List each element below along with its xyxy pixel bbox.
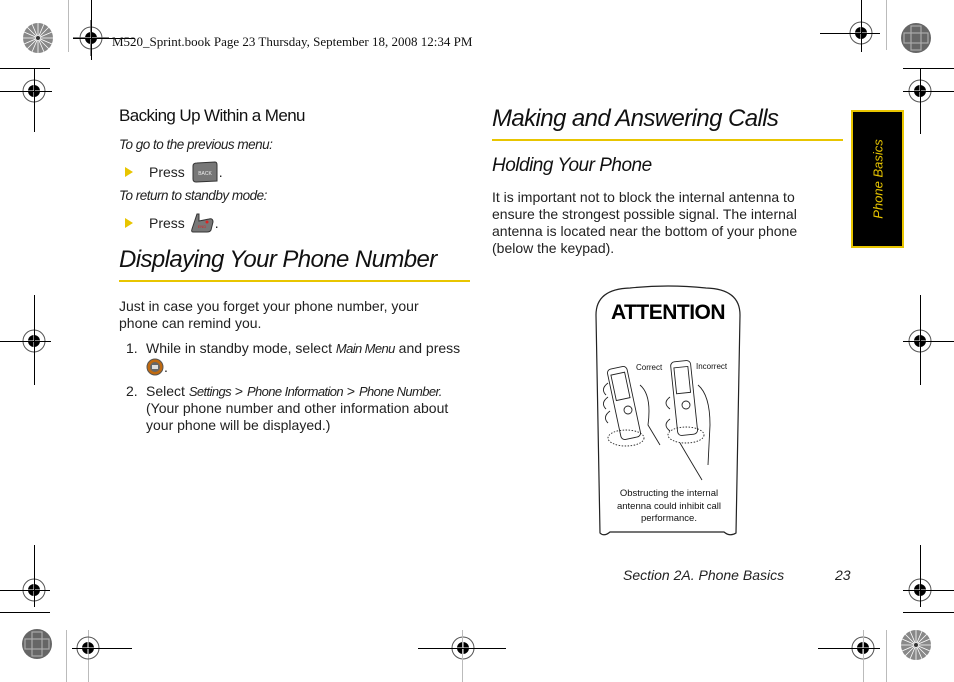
step-suffix: . — [214, 215, 219, 231]
section-heading-displaying-number: Displaying Your Phone Number — [119, 246, 437, 273]
step-suffix: . — [218, 164, 223, 180]
standby-step: Press END . — [125, 212, 219, 234]
back-key-icon: BACK — [192, 161, 218, 183]
displaying-intro: Just in case you forget your phone numbe… — [119, 298, 419, 331]
side-tab-label: Phone Basics — [870, 139, 885, 219]
prev-menu-lead: To go to the previous menu: — [119, 137, 273, 152]
section-heading-calls: Making and Answering Calls — [492, 105, 779, 132]
step-text: Press — [149, 164, 185, 180]
path-separator: > — [346, 383, 356, 399]
menu-path-item: Phone Number. — [358, 384, 442, 399]
step-text: Press — [149, 215, 185, 231]
step-text: While in standby mode, select — [146, 340, 336, 356]
svg-text:END: END — [198, 224, 207, 229]
step-1: 1. While in standby mode, select Main Men… — [126, 340, 471, 377]
subheading-holding-phone: Holding Your Phone — [492, 155, 652, 176]
step-text: Select — [146, 383, 189, 399]
bullet-arrow-icon — [125, 167, 133, 177]
heading-rule — [492, 139, 843, 141]
bullet-arrow-icon — [125, 218, 133, 228]
attention-caption: Obstructing the internal antenna could i… — [616, 488, 722, 524]
step-note: (Your phone number and other information… — [146, 400, 449, 433]
heading-rule — [119, 280, 470, 282]
side-tab: Phone Basics — [851, 110, 904, 248]
step-number: 1. — [126, 340, 138, 356]
page-number: 23 — [835, 567, 851, 583]
path-separator: > — [234, 383, 244, 399]
holding-body: It is important not to block the interna… — [492, 189, 798, 256]
color-bar-star-icon — [901, 630, 931, 660]
attention-illustration: ATTENTION Correct Incorrect Obstructing … — [590, 285, 746, 537]
color-bar-star-icon — [22, 629, 52, 659]
color-bar-star-icon — [23, 23, 53, 53]
step-2: 2. Select Settings > Phone Information > … — [126, 383, 471, 434]
menu-path-item: Settings — [188, 384, 232, 399]
attention-title: ATTENTION — [610, 301, 726, 324]
menu-ok-key-icon — [146, 358, 164, 376]
menu-name: Main Menu — [335, 341, 396, 356]
standby-lead: To return to standby mode: — [119, 188, 267, 203]
menu-path-item: Phone Information — [246, 384, 344, 399]
label-incorrect: Incorrect — [696, 362, 728, 371]
step-suffix: . — [164, 358, 168, 375]
step-text: and press — [394, 340, 461, 356]
slug-line: M520_Sprint.book Page 23 Thursday, Septe… — [112, 34, 473, 49]
end-key-icon: END — [190, 213, 214, 233]
prev-menu-step: Press BACK . — [125, 160, 223, 184]
color-bar-star-icon — [901, 23, 931, 53]
label-correct: Correct — [636, 363, 663, 372]
section-heading-backing-up: Backing Up Within a Menu — [119, 106, 306, 125]
footer-section: Section 2A. Phone Basics — [623, 567, 785, 583]
step-number: 2. — [126, 383, 138, 399]
svg-text:BACK: BACK — [198, 171, 212, 177]
